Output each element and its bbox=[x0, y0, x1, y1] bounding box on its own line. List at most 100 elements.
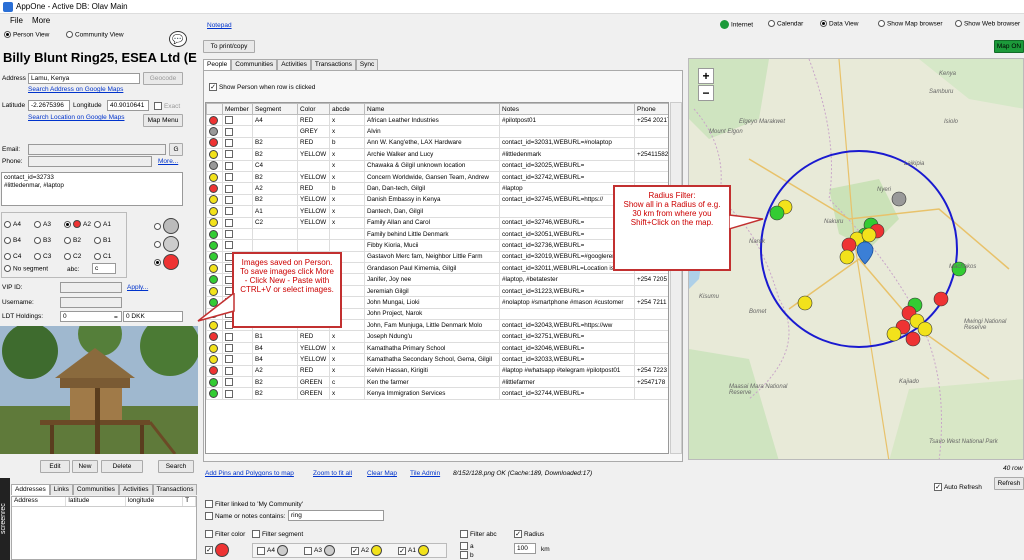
member-checkbox[interactable] bbox=[225, 366, 233, 375]
tab-links[interactable]: Links bbox=[49, 484, 73, 495]
smiley-marker-icon[interactable] bbox=[839, 249, 855, 265]
delete-image-button[interactable]: Delete bbox=[101, 460, 143, 473]
search-address-link[interactable]: Search Address on Google Maps bbox=[28, 86, 123, 93]
search-image-button[interactable]: Search bbox=[158, 460, 194, 473]
filter-abc-checkbox[interactable]: Filter abc bbox=[460, 530, 497, 538]
tab-activities[interactable]: Activities bbox=[118, 484, 153, 495]
more-link[interactable]: More... bbox=[158, 158, 178, 165]
name-notes-checkbox[interactable]: Name or notes contains: bbox=[205, 512, 285, 520]
color-grey2-radio[interactable] bbox=[154, 236, 179, 252]
table-row[interactable]: C2 YELLOW x Family Allan and Carol contact_i… bbox=[206, 216, 668, 229]
vip-field[interactable] bbox=[60, 282, 122, 293]
no-segment-radio[interactable]: No segment bbox=[4, 265, 48, 272]
filter-abc-a[interactable]: a bbox=[460, 542, 474, 550]
table-row[interactable]: A1 YELLOW x Dantech, Dan, Gilgil bbox=[206, 205, 668, 218]
member-cell[interactable] bbox=[222, 148, 253, 161]
segment-radio-a4[interactable]: A4 bbox=[4, 220, 34, 228]
member-checkbox[interactable] bbox=[225, 127, 233, 136]
data-view-radio[interactable]: Data View bbox=[820, 20, 858, 27]
smiley-marker-icon[interactable] bbox=[797, 295, 813, 311]
smiley-marker-icon[interactable] bbox=[891, 191, 907, 207]
tab-transactions[interactable]: Transactions bbox=[152, 484, 198, 495]
show-map-radio[interactable]: Show Map browser bbox=[878, 20, 943, 27]
phone-field[interactable] bbox=[28, 156, 152, 167]
member-cell[interactable] bbox=[222, 341, 253, 355]
member-checkbox[interactable] bbox=[225, 161, 233, 170]
table-row[interactable]: B2 YELLOW x Concern Worldwide, Gansen Team,… bbox=[206, 170, 668, 184]
column-header[interactable]: abcde bbox=[329, 103, 365, 115]
print-copy-button[interactable]: To print/copy bbox=[203, 40, 255, 53]
email-field[interactable] bbox=[28, 144, 166, 155]
member-checkbox[interactable] bbox=[225, 355, 233, 364]
apply-link[interactable]: Apply... bbox=[127, 284, 148, 291]
member-checkbox[interactable] bbox=[225, 378, 233, 387]
smiley-marker-icon[interactable] bbox=[905, 331, 921, 347]
search-location-link[interactable]: Search Location on Google Maps bbox=[28, 114, 124, 121]
segment-radio-c2[interactable]: C2 bbox=[64, 252, 94, 260]
member-cell[interactable] bbox=[222, 182, 253, 195]
name-notes-input[interactable]: ring bbox=[288, 510, 384, 521]
member-checkbox[interactable] bbox=[225, 173, 233, 182]
member-cell[interactable] bbox=[222, 136, 253, 150]
member-cell[interactable] bbox=[222, 330, 253, 343]
member-checkbox[interactable] bbox=[225, 389, 233, 398]
filter-segment-a4[interactable]: A4 bbox=[257, 545, 301, 556]
table-row[interactable]: B2 YELLOW x Archie Walker and Lucy #littlede… bbox=[206, 148, 668, 161]
zoom-out-button[interactable]: − bbox=[698, 85, 714, 101]
segment-radio-a3[interactable]: A3 bbox=[34, 220, 64, 228]
segment-radio-c1[interactable]: C1 bbox=[94, 252, 124, 260]
segment-radio-b3[interactable]: B3 bbox=[34, 236, 64, 244]
refresh-button[interactable]: Refresh bbox=[994, 477, 1024, 490]
addresses-col-header[interactable]: longitude bbox=[126, 497, 184, 506]
filter-color-checkbox[interactable]: Filter color bbox=[205, 530, 245, 538]
address-field[interactable]: Lamu, Kenya bbox=[28, 73, 140, 84]
edit-image-button[interactable]: Edit bbox=[40, 460, 70, 473]
show-person-checkbox[interactable]: ✓ Show Person when row is clicked bbox=[209, 83, 315, 91]
latitude-field[interactable]: -2.2675396 bbox=[28, 100, 70, 111]
radius-input[interactable]: 100 bbox=[514, 543, 536, 554]
show-web-radio[interactable]: Show Web browser bbox=[955, 20, 1020, 27]
member-checkbox[interactable] bbox=[225, 150, 233, 159]
username-field[interactable] bbox=[60, 297, 122, 308]
table-row[interactable]: B1 RED x Joseph Ndung'u contact_id=32751,WEB… bbox=[206, 330, 668, 343]
table-row[interactable]: B4 YELLOW x Kamathatha Primary School contac… bbox=[206, 341, 668, 355]
table-row[interactable]: B2 YELLOW x Danish Embassy in Kenya contact_… bbox=[206, 193, 668, 207]
column-header[interactable] bbox=[206, 103, 223, 115]
member-cell[interactable] bbox=[222, 170, 253, 184]
g-button[interactable]: G bbox=[169, 143, 183, 156]
menu-more[interactable]: More bbox=[32, 16, 50, 25]
table-row[interactable]: B4 YELLOW x Kamathatha Secondary School, Ge… bbox=[206, 353, 668, 366]
table-row[interactable]: B2 GREEN c Ken the farmer #littlefarmer +2547… bbox=[206, 375, 668, 389]
table-row[interactable]: A4 RED x African Leather Industries #pilotpo… bbox=[206, 113, 668, 127]
geocode-button[interactable]: Geocode bbox=[143, 72, 183, 85]
table-row[interactable]: B2 GREEN x Kenya Immigration Services contac… bbox=[206, 387, 668, 400]
tab-transactions[interactable]: Transactions bbox=[310, 59, 356, 70]
add-pins-link[interactable]: Add Pins and Polygons to map bbox=[205, 470, 294, 477]
segment-radio-c4[interactable]: C4 bbox=[4, 252, 34, 260]
member-cell[interactable] bbox=[222, 216, 253, 229]
member-checkbox[interactable] bbox=[225, 230, 233, 239]
longitude-field[interactable]: 40.9010641 bbox=[107, 100, 149, 111]
column-header[interactable]: Segment bbox=[252, 103, 298, 115]
table-row[interactable]: A2 RED b Dan, Dan-tech, Gilgil #laptop bbox=[206, 182, 668, 195]
segment-radio-b2[interactable]: B2 bbox=[64, 236, 94, 244]
exact-checkbox[interactable]: Exact bbox=[154, 102, 180, 110]
addresses-col-header[interactable]: Address bbox=[12, 497, 67, 506]
member-cell[interactable] bbox=[222, 113, 253, 127]
member-cell[interactable] bbox=[222, 125, 253, 138]
filter-abc-b[interactable]: b bbox=[460, 551, 474, 559]
filter-linked-checkbox[interactable]: Filter linked to 'My Community' bbox=[205, 500, 303, 508]
radius-checkbox[interactable]: ✓ Radius bbox=[514, 530, 544, 538]
color-red-radio[interactable] bbox=[154, 254, 179, 270]
member-checkbox[interactable] bbox=[225, 138, 233, 147]
tab-communities[interactable]: Communities bbox=[72, 484, 119, 495]
table-row[interactable]: GREY x Alvin bbox=[206, 125, 668, 138]
member-cell[interactable] bbox=[222, 353, 253, 366]
member-checkbox[interactable] bbox=[225, 344, 233, 352]
smiley-marker-icon[interactable] bbox=[886, 326, 902, 342]
member-cell[interactable] bbox=[222, 387, 253, 400]
member-checkbox[interactable] bbox=[225, 207, 233, 216]
member-cell[interactable] bbox=[222, 205, 253, 218]
member-cell[interactable] bbox=[222, 239, 253, 252]
filter-segment-checkbox[interactable]: Filter segment bbox=[252, 530, 303, 538]
